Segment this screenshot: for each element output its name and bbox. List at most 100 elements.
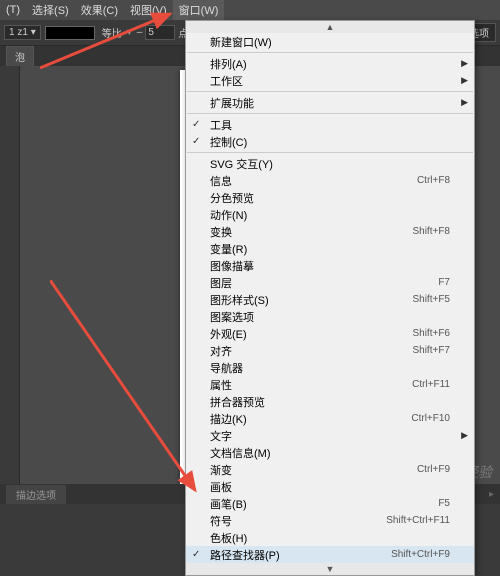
menu-shortcut: Shift+Ctrl+F9	[391, 549, 450, 560]
menu-shortcut: Ctrl+F11	[412, 379, 450, 390]
menu-item[interactable]: 符号 Shift+Ctrl+F11	[186, 512, 474, 529]
menubar: (T) 选择(S) 效果(C) 视图(V) 窗口(W)	[0, 0, 500, 20]
preset-select[interactable]: 1 z1 ▾	[4, 25, 41, 40]
menu-t[interactable]: (T)	[0, 2, 26, 18]
menu-item-label: 外观(E)	[210, 326, 392, 342]
menu-item[interactable]: ✓ 工具	[186, 116, 474, 133]
menu-item[interactable]: 新建窗口(W)	[186, 33, 474, 50]
check-icon: ✓	[192, 136, 200, 147]
menu-item-label: 导航器	[210, 360, 450, 376]
menu-item-label: 排列(A)	[210, 56, 450, 72]
menu-item[interactable]: 拼合器预览	[186, 393, 474, 410]
points-prefix: –	[137, 27, 143, 38]
menu-item-label: 文字	[210, 428, 450, 444]
menu-item[interactable]: 变换 Shift+F8	[186, 223, 474, 240]
menu-item[interactable]: 画板	[186, 478, 474, 495]
menu-item[interactable]: 图形样式(S) Shift+F5	[186, 291, 474, 308]
menu-item[interactable]: 色板(H)	[186, 529, 474, 546]
stroke-preview[interactable]	[45, 26, 95, 40]
menu-item[interactable]: ✓ 路径查找器(P) Shift+Ctrl+F9	[186, 546, 474, 563]
menu-item-label: 新建窗口(W)	[210, 34, 450, 50]
menu-shortcut: Shift+F6	[412, 328, 450, 339]
menu-item[interactable]: 外观(E) Shift+F6	[186, 325, 474, 342]
menu-item[interactable]: 动作(N)	[186, 206, 474, 223]
menu-item[interactable]: 对齐 Shift+F7	[186, 342, 474, 359]
menu-item-label: 画板	[210, 479, 450, 495]
menu-item-label: 扩展功能	[210, 95, 450, 111]
menu-item-label: 色板(H)	[210, 530, 450, 546]
menu-item[interactable]: 描边(K) Ctrl+F10	[186, 410, 474, 427]
menu-item[interactable]: 信息 Ctrl+F8	[186, 172, 474, 189]
menu-item[interactable]: ✓ 控制(C)	[186, 133, 474, 150]
menu-shortcut: Shift+F7	[412, 345, 450, 356]
menu-window[interactable]: 窗口(W)	[173, 0, 225, 20]
menu-view[interactable]: 视图(V)	[124, 0, 173, 20]
menu-item-label: 拼合器预览	[210, 394, 450, 410]
menu-select[interactable]: 选择(S)	[26, 0, 75, 20]
menu-item[interactable]: 排列(A) ▶	[186, 55, 474, 72]
menu-effect[interactable]: 效果(C)	[75, 0, 124, 20]
chevron-down-icon: ▾	[31, 27, 36, 38]
menu-shortcut: Ctrl+F9	[417, 464, 450, 475]
menu-item-label: 渐变	[210, 462, 397, 478]
chevron-down-icon[interactable]: ▾	[127, 27, 132, 38]
menu-item-label: 变量(R)	[210, 241, 450, 257]
submenu-arrow-icon: ▶	[461, 97, 468, 108]
submenu-arrow-icon: ▶	[461, 430, 468, 441]
menu-item-label: 控制(C)	[210, 134, 450, 150]
menu-item[interactable]: 分色预览	[186, 189, 474, 206]
menu-shortcut: Shift+F5	[412, 294, 450, 305]
menu-item-label: 动作(N)	[210, 207, 450, 223]
menu-item[interactable]: 属性 Ctrl+F11	[186, 376, 474, 393]
chevron-right-icon: ▸	[489, 489, 494, 500]
menu-item-label: 图层	[210, 275, 418, 291]
menu-shortcut: Shift+Ctrl+F11	[386, 515, 450, 526]
menu-item[interactable]: 图案选项	[186, 308, 474, 325]
window-dropdown: ▲ 新建窗口(W) 排列(A) ▶ 工作区 ▶ 扩展功能 ▶ ✓ 工具 ✓ 控制(C) SVG 交互(…	[185, 20, 475, 576]
menu-item-label: 对齐	[210, 343, 392, 359]
menu-item-label: SVG 交互(Y)	[210, 156, 450, 172]
check-icon: ✓	[192, 119, 200, 130]
scroll-down-icon[interactable]: ▼	[186, 563, 474, 575]
status-label[interactable]: 描边选项	[6, 485, 66, 504]
menu-item-label: 符号	[210, 513, 366, 529]
menu-separator	[187, 113, 473, 114]
menu-item-label: 图像描摹	[210, 258, 450, 274]
ratio-label: 等比	[102, 25, 122, 40]
menu-item-label: 路径查找器(P)	[210, 547, 371, 563]
points-input[interactable]	[145, 25, 175, 40]
menu-item[interactable]: 工作区 ▶	[186, 72, 474, 89]
menu-item-label: 分色预览	[210, 190, 450, 206]
menu-item-label: 工作区	[210, 73, 450, 89]
menu-item[interactable]: 变量(R)	[186, 240, 474, 257]
left-toolbar	[0, 66, 20, 484]
menu-item-label: 图案选项	[210, 309, 450, 325]
menu-item-label: 描边(K)	[210, 411, 391, 427]
menu-item[interactable]: 文字 ▶	[186, 427, 474, 444]
submenu-arrow-icon: ▶	[461, 75, 468, 86]
menu-item[interactable]: 文档信息(M)	[186, 444, 474, 461]
menu-shortcut: F7	[438, 277, 450, 288]
menu-separator	[187, 52, 473, 53]
menu-item-label: 文档信息(M)	[210, 445, 450, 461]
menu-item-label: 属性	[210, 377, 392, 393]
menu-item[interactable]: 导航器	[186, 359, 474, 376]
menu-item[interactable]: SVG 交互(Y)	[186, 155, 474, 172]
menu-item-label: 变换	[210, 224, 392, 240]
menu-shortcut: Shift+F8	[412, 226, 450, 237]
menu-item[interactable]: 图层 F7	[186, 274, 474, 291]
menu-item[interactable]: 渐变 Ctrl+F9	[186, 461, 474, 478]
check-icon: ✓	[192, 549, 200, 560]
scroll-up-icon[interactable]: ▲	[186, 21, 474, 33]
menu-item-label: 信息	[210, 173, 397, 189]
submenu-arrow-icon: ▶	[461, 58, 468, 69]
menu-separator	[187, 152, 473, 153]
menu-separator	[187, 91, 473, 92]
menu-item-label: 工具	[210, 117, 450, 133]
menu-shortcut: Ctrl+F8	[417, 175, 450, 186]
menu-shortcut: Ctrl+F10	[411, 413, 450, 424]
menu-item[interactable]: 扩展功能 ▶	[186, 94, 474, 111]
menu-item-label: 图形样式(S)	[210, 292, 392, 308]
menu-item[interactable]: 图像描摹	[186, 257, 474, 274]
document-tab[interactable]: 泡	[6, 46, 34, 66]
